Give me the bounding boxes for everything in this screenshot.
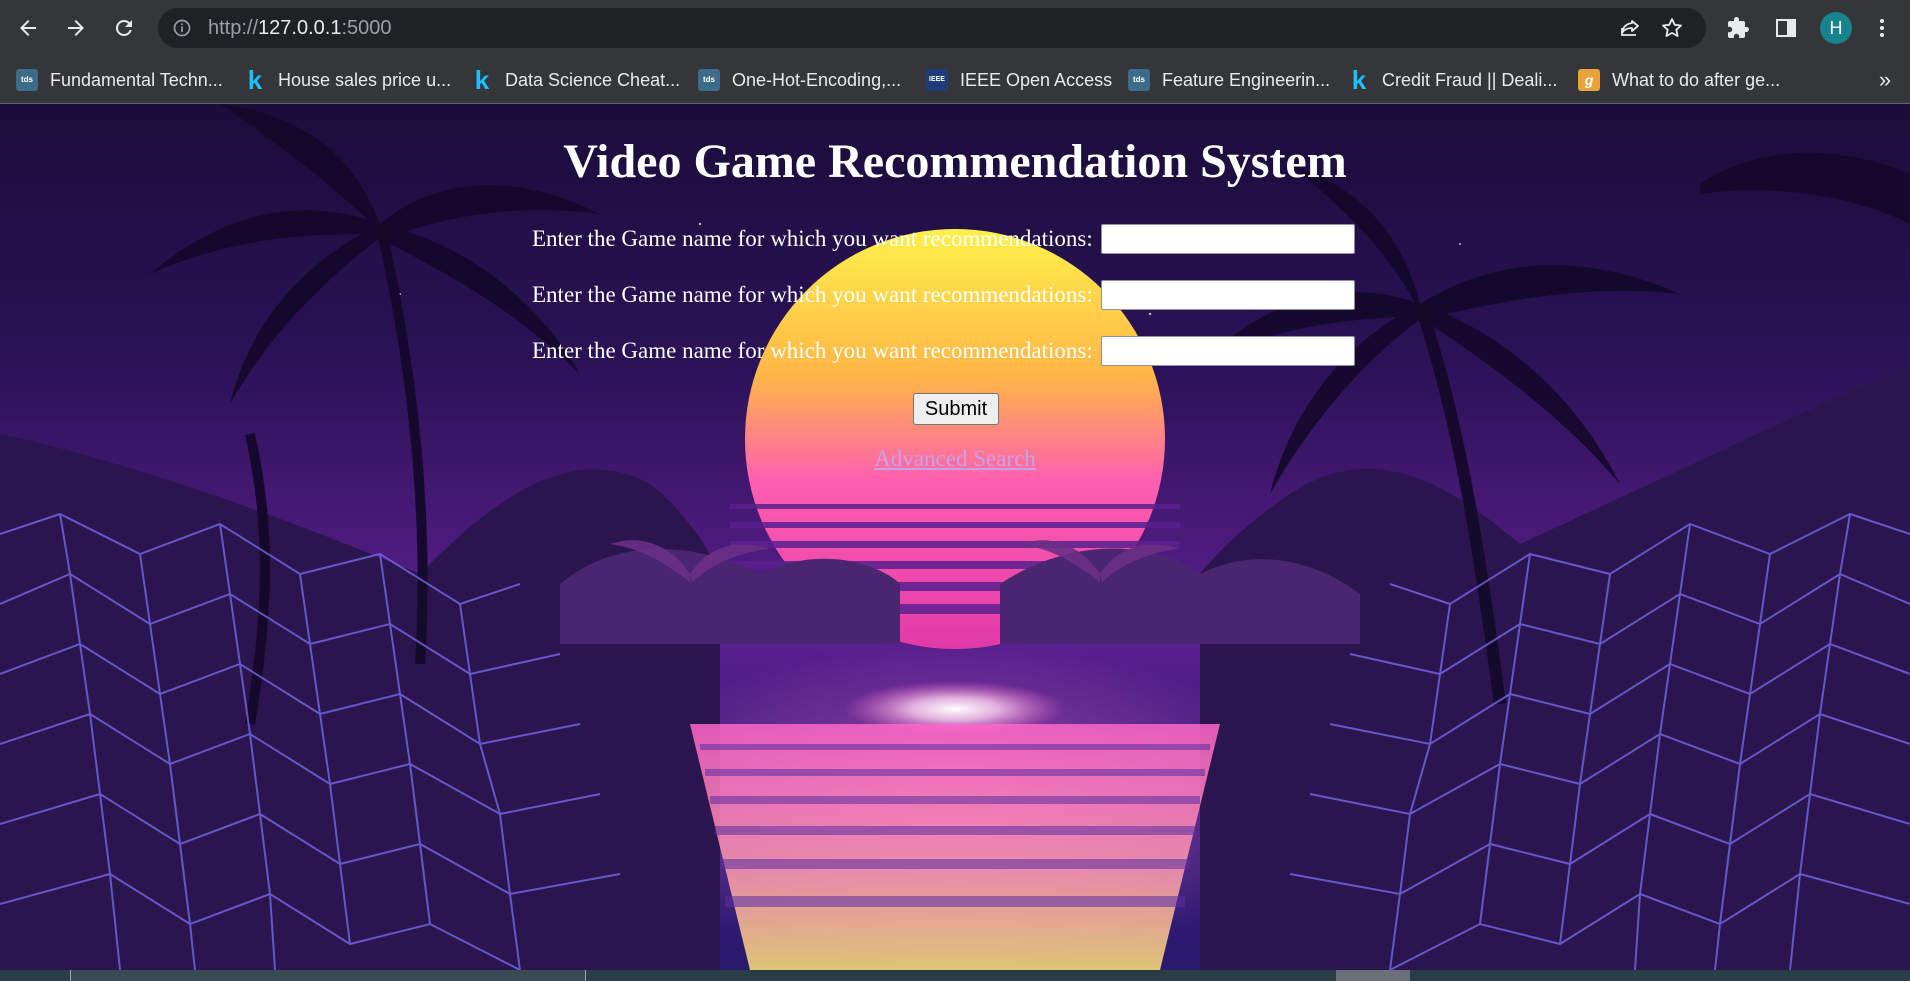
page-title: Video Game Recommendation System: [563, 135, 1347, 188]
menu-button[interactable]: [1868, 14, 1896, 42]
game-name-input-2[interactable]: [1100, 280, 1355, 310]
reload-button[interactable]: [108, 12, 140, 44]
kebab-menu-icon: [1880, 19, 1884, 37]
submit-button[interactable]: Submit: [913, 393, 999, 425]
kaggle-favicon-icon: k: [247, 65, 263, 95]
game-name-input-3[interactable]: [1100, 336, 1355, 366]
page-viewport: Video Game Recommendation System Enter t…: [0, 104, 1910, 970]
toolbar: http://127.0.0.1:5000 H: [0, 0, 1910, 56]
url-port: :5000: [341, 17, 392, 39]
bookmark-item[interactable]: k Data Science Cheat...: [471, 66, 680, 94]
bookmark-item[interactable]: IEEE IEEE Open Access: [926, 66, 1112, 94]
profile-avatar[interactable]: H: [1820, 12, 1852, 44]
bookmark-label: One-Hot-Encoding,...: [732, 70, 902, 90]
bookmark-item[interactable]: tds One-Hot-Encoding,...: [698, 66, 901, 94]
advanced-search-container: Advanced Search: [0, 446, 1910, 472]
url-prefix: http://: [208, 17, 259, 39]
game-name-input-1[interactable]: [1100, 224, 1355, 254]
bookmark-label: IEEE Open Access: [960, 70, 1113, 90]
bookmarks-bar: tds Fundamental Techn... k House sales p…: [0, 56, 1910, 104]
game-field-label: Enter the Game name for which you want r…: [532, 338, 1093, 363]
tds-favicon-icon: tds: [16, 69, 38, 91]
bottom-strip: [0, 970, 1910, 981]
game-field-label: Enter the Game name for which you want r…: [532, 226, 1093, 251]
kaggle-favicon-icon: k: [474, 65, 490, 95]
taskbar-segment: [70, 970, 586, 981]
bookmark-label: House sales price u...: [278, 70, 452, 90]
reload-icon: [115, 19, 132, 36]
bookmark-item[interactable]: tds Feature Engineerin...: [1128, 66, 1330, 94]
bookmark-item[interactable]: k House sales price u...: [244, 66, 451, 94]
ieee-favicon-icon: IEEE: [926, 69, 948, 91]
game-field-row: Enter the Game name for which you want r…: [532, 278, 1355, 312]
tds-favicon-icon: tds: [1128, 69, 1150, 91]
url-host: 127.0.0.1: [258, 17, 342, 39]
game-field-row: Enter the Game name for which you want r…: [532, 222, 1355, 256]
scrollbar-thumb[interactable]: [1336, 970, 1410, 981]
puzzle-icon: [1728, 17, 1749, 38]
info-icon[interactable]: [172, 18, 192, 38]
back-button[interactable]: [12, 12, 44, 44]
arrow-left-icon: [20, 20, 36, 36]
bookmark-label: Fundamental Techn...: [50, 70, 223, 90]
bookmarks-more-button[interactable]: »: [1872, 66, 1898, 94]
bookmark-item[interactable]: tds Fundamental Techn...: [16, 66, 223, 94]
url-text[interactable]: http://127.0.0.1:5000: [208, 8, 392, 48]
address-bar[interactable]: http://127.0.0.1:5000: [158, 8, 1706, 48]
bookmark-label: Feature Engineerin...: [1162, 70, 1331, 90]
tds-favicon-icon: tds: [698, 69, 720, 91]
bookmark-label: Data Science Cheat...: [505, 70, 681, 90]
share-icon[interactable]: [1618, 16, 1642, 40]
browser-chrome: http://127.0.0.1:5000 H tds Fundamental …: [0, 0, 1910, 104]
forward-button[interactable]: [60, 12, 92, 44]
game-field-row: Enter the Game name for which you want r…: [532, 334, 1355, 368]
game-field-label: Enter the Game name for which you want r…: [532, 282, 1093, 307]
advanced-search-link[interactable]: Advanced Search: [874, 446, 1036, 471]
kaggle-favicon-icon: k: [1351, 65, 1367, 95]
bookmark-label: Credit Fraud || Deali...: [1382, 70, 1558, 90]
star-icon[interactable]: [1660, 16, 1684, 40]
side-panel-icon: [1776, 19, 1796, 37]
bookmark-item[interactable]: k Credit Fraud || Deali...: [1348, 65, 1558, 95]
extensions-button[interactable]: [1724, 14, 1752, 42]
bookmark-item[interactable]: g What to do after ge...: [1578, 66, 1780, 94]
side-panel-button[interactable]: [1772, 14, 1800, 42]
feather-favicon-icon: g: [1578, 69, 1600, 91]
arrow-right-icon: [68, 20, 84, 36]
bookmark-label: What to do after ge...: [1612, 70, 1781, 90]
